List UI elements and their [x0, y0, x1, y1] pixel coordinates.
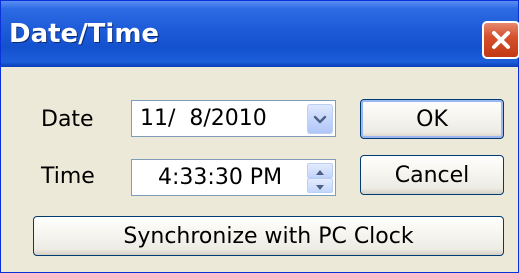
time-value[interactable]: 4:33:30 PM [158, 165, 282, 190]
spin-down-icon [315, 176, 325, 195]
synchronize-with-pc-clock-button[interactable]: Synchronize with PC Clock [33, 216, 504, 256]
time-label: Time [41, 164, 95, 189]
title-bar[interactable]: Date/Time [1, 1, 519, 67]
close-icon [491, 30, 511, 50]
cancel-button[interactable]: Cancel [360, 155, 504, 195]
date-dropdown-button[interactable] [307, 104, 333, 134]
chevron-down-icon [313, 110, 327, 129]
time-spin-buttons [307, 163, 333, 193]
date-label: Date [41, 107, 94, 132]
date-picker[interactable]: 11/ 8/2010 [131, 100, 336, 137]
window-title: Date/Time [9, 19, 160, 49]
close-button[interactable] [482, 21, 519, 59]
date-value[interactable]: 11/ 8/2010 [140, 106, 267, 131]
time-spin-down-button[interactable] [307, 178, 333, 193]
ok-button[interactable]: OK [360, 99, 504, 139]
date-time-dialog: Date/Time Date 11/ 8/2010 Time 4:33:30 P… [0, 0, 519, 273]
time-spinner[interactable]: 4:33:30 PM [131, 159, 336, 196]
